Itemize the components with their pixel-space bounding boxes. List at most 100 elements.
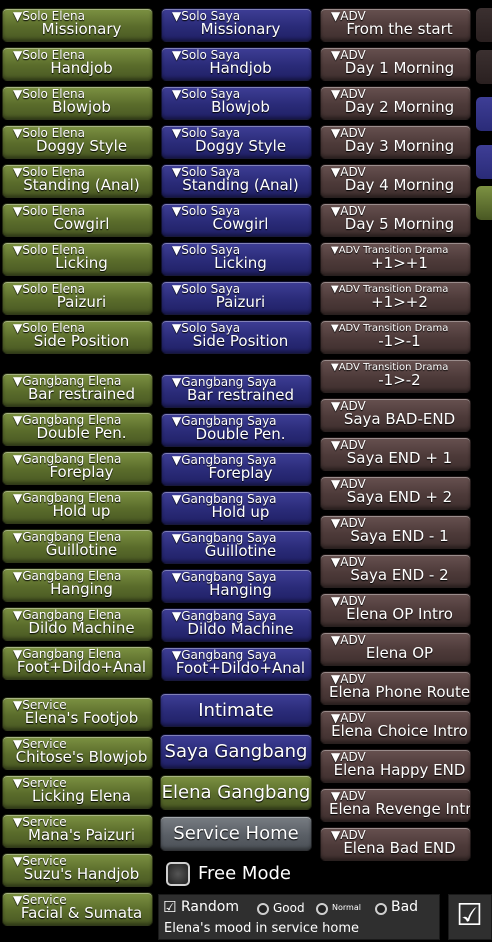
scene-title: -1>-2	[378, 371, 421, 389]
col1-scene-button[interactable]: ▼Service Licking Elena	[2, 775, 153, 809]
col1-scene-button[interactable]: ▼Gangbang Elena Guillotine	[2, 529, 153, 563]
col2-scene-button[interactable]: ▼Solo Saya Handjob	[161, 47, 312, 81]
col1-scene-button[interactable]: ▼Solo Elena Paizuri	[2, 281, 153, 315]
confirm-check-icon[interactable]: ☑	[456, 900, 483, 932]
edge-button-3[interactable]	[476, 97, 492, 131]
col2-scene-button[interactable]: ▼Gangbang Saya Bar restrained	[161, 374, 312, 408]
col1-scene-button[interactable]: ▼Service Elena's Footjob	[2, 697, 153, 731]
random-label: Random	[181, 899, 239, 915]
scene-title: Guillotine	[45, 541, 118, 559]
col1-scene-button[interactable]: ▼Gangbang Elena Hold up	[2, 490, 153, 524]
col3-scene-button[interactable]: ▼ADV Saya END - 1	[320, 515, 471, 549]
col3-scene-button[interactable]: ▼ADV Saya BAD-END	[320, 398, 471, 432]
col2-scene-button[interactable]: ▼Solo Saya Paizuri	[161, 281, 312, 315]
col1-scene-button[interactable]: ▼Solo Elena Licking	[2, 242, 153, 276]
scene-title: Foreplay	[49, 463, 114, 481]
free-mode-checkbox[interactable]	[166, 862, 190, 886]
scene-title: Licking	[214, 254, 267, 272]
col3-scene-button[interactable]: ▼ADV Transition Drama -1>-2	[320, 359, 471, 393]
edge-button-5[interactable]	[476, 186, 492, 220]
col2-scene-button[interactable]: ▼Solo Saya Standing (Anal)	[161, 164, 312, 198]
col2-scene-button[interactable]: ▼Gangbang Saya Dildo Machine	[161, 608, 312, 642]
elena-gangbang-label: Elena Gangbang	[161, 782, 311, 803]
intimate-label: Intimate	[198, 699, 274, 721]
col3-scene-button[interactable]: ▼ADV Elena OP	[320, 632, 471, 666]
col3-scene-button[interactable]: ▼ADV Day 4 Morning	[320, 164, 471, 198]
col1-scene-button[interactable]: ▼Service Mana's Paizuri	[2, 814, 153, 848]
col3-scene-button[interactable]: ▼ADV Elena Happy END	[320, 749, 471, 783]
scene-title: Elena Choice Intro	[331, 722, 468, 740]
col3-scene-button[interactable]: ▼ADV From the start	[320, 8, 471, 42]
col2-scene-button[interactable]: ▼Solo Saya Licking	[161, 242, 312, 276]
col3-scene-button[interactable]: ▼ADV Day 3 Morning	[320, 125, 471, 159]
col2-scene-button[interactable]: ▼Solo Saya Blowjob	[161, 86, 312, 120]
normal-radio[interactable]	[316, 903, 328, 915]
col2-scene-button[interactable]: ▼Solo Saya Side Position	[161, 320, 312, 354]
scene-title: Day 4 Morning	[344, 176, 455, 194]
col1-scene-button[interactable]: ▼Gangbang Elena Foreplay	[2, 451, 153, 485]
edge-button-1[interactable]	[476, 8, 492, 42]
service-home-button[interactable]: Service Home	[160, 816, 312, 851]
col1-scene-button[interactable]: ▼Service Facial & Sumata	[2, 892, 153, 926]
saya-gangbang-button[interactable]: Saya Gangbang	[160, 734, 312, 769]
col3-scene-button[interactable]: ▼ADV Day 1 Morning	[320, 47, 471, 81]
col2-scene-button[interactable]: ▼Gangbang Saya Hold up	[161, 491, 312, 525]
col3-scene-button[interactable]: ▼ADV Transition Drama +1>+1	[320, 242, 471, 276]
service-home-label: Service Home	[173, 823, 299, 844]
col3-scene-button[interactable]: ▼ADV Elena OP Intro	[320, 593, 471, 627]
col3-scene-button[interactable]: ▼ADV Transition Drama -1>-1	[320, 320, 471, 354]
col2-scene-button[interactable]: ▼Solo Saya Missionary	[161, 8, 312, 42]
col1-scene-button[interactable]: ▼Solo Elena Blowjob	[2, 86, 153, 120]
col1-scene-button[interactable]: ▼Service Chitose's Blowjob	[2, 736, 153, 770]
col3-scene-button[interactable]: ▼ADV Saya END + 1	[320, 437, 471, 471]
col1-scene-button[interactable]: ▼Solo Elena Missionary	[2, 8, 153, 42]
col3-scene-button[interactable]: ▼ADV Elena Bad END	[320, 827, 471, 861]
col3-scene-button[interactable]: ▼ADV Elena Choice Intro	[320, 710, 471, 744]
col3-scene-button[interactable]: ▼ADV Saya END - 2	[320, 554, 471, 588]
col3-scene-button[interactable]: ▼ADV Transition Drama +1>+2	[320, 281, 471, 315]
col1-scene-button[interactable]: ▼Gangbang Elena Hanging	[2, 568, 153, 602]
col1-scene-button[interactable]: ▼Gangbang Elena Dildo Machine	[2, 607, 153, 641]
bad-radio[interactable]	[375, 903, 387, 915]
col3-scene-button[interactable]: ▼ADV Elena Phone Route	[320, 671, 471, 705]
scene-title: Elena Phone Route	[329, 683, 471, 701]
scene-title: Elena Happy END	[333, 761, 466, 779]
scene-title: Saya END - 1	[350, 527, 449, 545]
col1-scene-button[interactable]: ▼Gangbang Elena Foot+Dildo+Anal	[2, 646, 153, 680]
scene-title: Day 3 Morning	[344, 137, 455, 155]
scene-title: Elena OP Intro	[346, 605, 453, 623]
col1-scene-button[interactable]: ▼Gangbang Elena Bar restrained	[2, 373, 153, 407]
scene-title: Doggy Style	[194, 137, 287, 155]
col3-scene-button[interactable]: ▼ADV Elena Revenge Intro	[320, 788, 471, 822]
col2-scene-button[interactable]: ▼Solo Saya Cowgirl	[161, 203, 312, 237]
scene-title: Saya END + 2	[346, 488, 453, 506]
scene-title: Day 5 Morning	[344, 215, 455, 233]
col2-scene-button[interactable]: ▼Gangbang Saya Foot+Dildo+Anal	[161, 647, 312, 681]
col1-scene-button[interactable]: ▼Solo Elena Handjob	[2, 47, 153, 81]
col1-scene-button[interactable]: ▼Solo Elena Doggy Style	[2, 125, 153, 159]
scene-title: Double Pen.	[36, 424, 127, 442]
edge-button-2[interactable]	[476, 50, 492, 84]
col2-scene-button[interactable]: ▼Gangbang Saya Double Pen.	[161, 413, 312, 447]
scene-title: Saya BAD-END	[343, 410, 456, 428]
col3-scene-button[interactable]: ▼ADV Day 2 Morning	[320, 86, 471, 120]
random-check-icon[interactable]: ☑	[163, 898, 176, 916]
col1-scene-button[interactable]: ▼Solo Elena Cowgirl	[2, 203, 153, 237]
mood-caption: Elena's mood in service home	[164, 921, 359, 936]
col2-scene-button[interactable]: ▼Gangbang Saya Foreplay	[161, 452, 312, 486]
col1-scene-button[interactable]: ▼Service Suzu's Handjob	[2, 853, 153, 887]
col3-scene-button[interactable]: ▼ADV Saya END + 2	[320, 476, 471, 510]
col3-scene-button[interactable]: ▼ADV Day 5 Morning	[320, 203, 471, 237]
col1-scene-button[interactable]: ▼Solo Elena Standing (Anal)	[2, 164, 153, 198]
intimate-button[interactable]: Intimate	[160, 693, 312, 727]
good-radio[interactable]	[257, 903, 269, 915]
scene-title: Handjob	[50, 59, 113, 77]
elena-gangbang-button[interactable]: Elena Gangbang	[160, 775, 312, 810]
col2-scene-button[interactable]: ▼Gangbang Saya Guillotine	[161, 530, 312, 564]
scene-title: Hold up	[52, 502, 111, 520]
col2-scene-button[interactable]: ▼Solo Saya Doggy Style	[161, 125, 312, 159]
edge-button-4[interactable]	[476, 145, 492, 179]
col2-scene-button[interactable]: ▼Gangbang Saya Hanging	[161, 569, 312, 603]
col1-scene-button[interactable]: ▼Gangbang Elena Double Pen.	[2, 412, 153, 446]
col1-scene-button[interactable]: ▼Solo Elena Side Position	[2, 320, 153, 354]
